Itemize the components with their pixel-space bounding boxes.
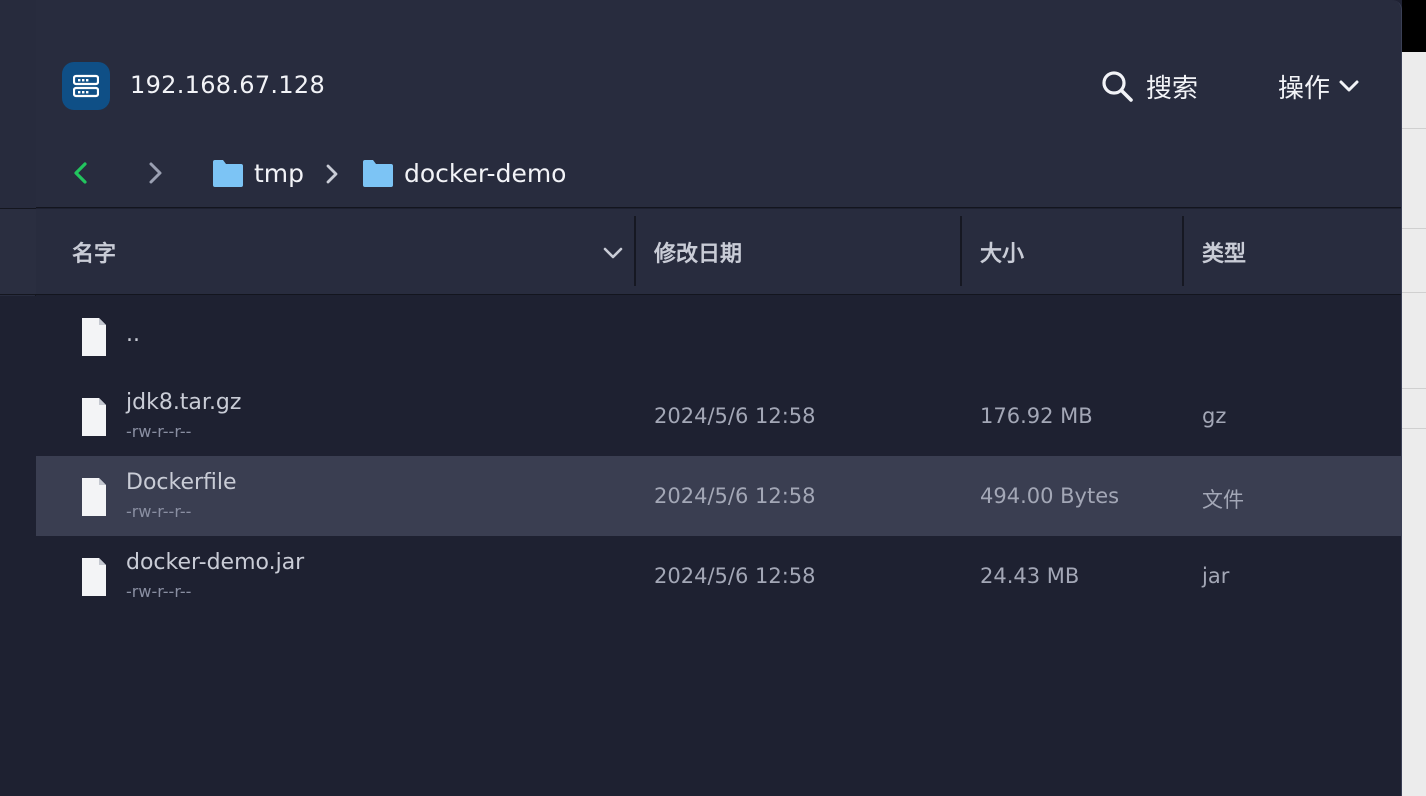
- search-label: 搜索: [1146, 73, 1199, 104]
- file-size: 176.92 MB: [980, 404, 1093, 428]
- file-size: 494.00 Bytes: [980, 484, 1120, 508]
- back-arrow-icon[interactable]: [70, 158, 92, 188]
- column-divider[interactable]: [1182, 216, 1184, 286]
- file-icon: [82, 398, 106, 436]
- column-header-type[interactable]: 类型: [1202, 209, 1246, 295]
- chevron-down-icon: [1339, 80, 1359, 92]
- file-permissions: -rw-r--r--: [126, 582, 192, 601]
- breadcrumb-docker-demo[interactable]: docker-demo: [362, 154, 566, 192]
- column-header-size[interactable]: 大小: [980, 209, 1024, 295]
- column-header-name[interactable]: 名字: [72, 209, 116, 295]
- table-row-parent-directory[interactable]: ..: [36, 296, 1401, 376]
- panel-header: 192.168.67.128 搜索 操作 tmp docker-demo: [36, 0, 1401, 208]
- file-browser-window: 192.168.67.128 搜索 操作 tmp docker-demo 名字 …: [0, 0, 1426, 796]
- file-modified: 2024/5/6 12:58: [654, 404, 816, 428]
- file-type: gz: [1202, 404, 1227, 428]
- file-modified: 2024/5/6 12:58: [654, 484, 816, 508]
- file-name: ..: [126, 322, 140, 347]
- column-divider[interactable]: [960, 216, 962, 286]
- breadcrumb-label: tmp: [254, 158, 305, 188]
- file-permissions: -rw-r--r--: [126, 422, 192, 441]
- file-icon: [82, 558, 106, 596]
- file-modified: 2024/5/6 12:58: [654, 564, 816, 588]
- folder-icon: [213, 160, 243, 187]
- file-icon: [82, 478, 106, 516]
- host-title: 192.168.67.128: [130, 71, 326, 99]
- search-button[interactable]: 搜索: [1100, 66, 1198, 106]
- column-header-modified[interactable]: 修改日期: [654, 209, 742, 295]
- breadcrumb-label: docker-demo: [404, 158, 567, 188]
- forward-arrow-icon[interactable]: [144, 158, 166, 188]
- file-name: docker-demo.jar: [126, 550, 305, 575]
- operations-menu-button[interactable]: 操作: [1278, 66, 1360, 106]
- breadcrumb-tmp[interactable]: tmp: [212, 154, 304, 192]
- file-name: jdk8.tar.gz: [126, 390, 242, 415]
- table-header: 名字 修改日期 大小 类型: [36, 209, 1401, 295]
- file-type: 文件: [1202, 488, 1244, 512]
- table-row[interactable]: docker-demo.jar -rw-r--r-- 2024/5/6 12:5…: [36, 536, 1401, 616]
- column-divider[interactable]: [634, 216, 636, 286]
- sftp-panel: 192.168.67.128 搜索 操作 tmp docker-demo 名字 …: [36, 0, 1402, 796]
- file-permissions: -rw-r--r--: [126, 502, 192, 521]
- sort-chevron-down-icon[interactable]: [602, 242, 624, 264]
- table-row-selected[interactable]: Dockerfile -rw-r--r-- 2024/5/6 12:58 494…: [36, 456, 1401, 536]
- file-icon: [82, 318, 106, 356]
- folder-icon: [363, 160, 393, 187]
- file-name: Dockerfile: [126, 470, 237, 495]
- search-icon: [1102, 71, 1133, 102]
- operations-label: 操作: [1278, 73, 1331, 104]
- table-row[interactable]: jdk8.tar.gz -rw-r--r-- 2024/5/6 12:58 17…: [36, 376, 1401, 456]
- left-pane-edge: [0, 0, 36, 796]
- chevron-right-icon: [326, 164, 338, 184]
- background-window-edge: [1402, 0, 1426, 796]
- server-icon: [62, 62, 110, 110]
- file-type: jar: [1202, 564, 1230, 588]
- file-size: 24.43 MB: [980, 564, 1080, 588]
